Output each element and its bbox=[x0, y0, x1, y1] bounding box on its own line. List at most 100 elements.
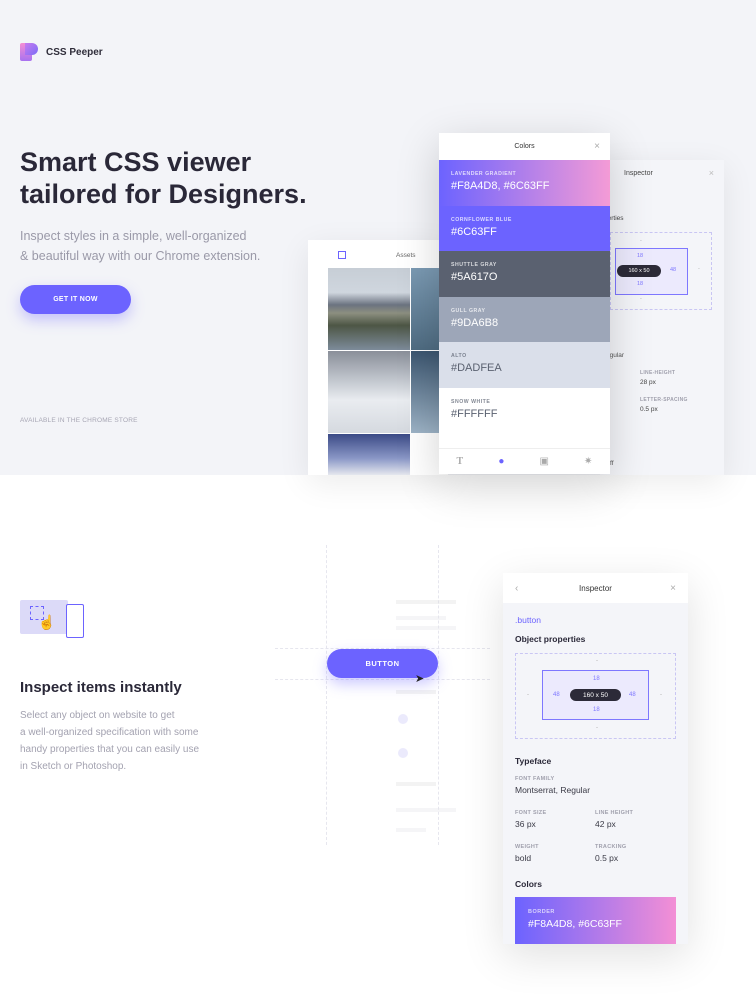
color-swatch-name: GULL GRAY bbox=[451, 307, 486, 314]
object-properties-heading: Object properties bbox=[515, 634, 586, 644]
size-pill: 160 x 50 bbox=[570, 689, 621, 701]
colors-tab-bar: T ● ▣ ✷ bbox=[439, 448, 610, 474]
get-it-now-button[interactable]: GET IT NOW bbox=[20, 285, 131, 314]
padding-right: 48 bbox=[670, 267, 677, 273]
guide-line bbox=[326, 545, 327, 845]
color-swatch-value: #9DA6B8 bbox=[451, 316, 499, 329]
line-height-field: LINE HEIGHT 42 px bbox=[595, 810, 633, 829]
color-swatch[interactable]: GULL GRAY #9DA6B8 bbox=[439, 296, 610, 342]
font-family-label: FONT FAMILY bbox=[515, 776, 555, 782]
close-icon[interactable]: × bbox=[594, 141, 600, 152]
margin-top: - bbox=[596, 658, 598, 664]
font-size-label: FONT SIZE bbox=[515, 810, 547, 816]
inspector-panel-background: Inspector × perties 160 x 50 18 18 48 - … bbox=[600, 160, 724, 475]
chevron-left-icon[interactable]: ‹ bbox=[515, 583, 518, 594]
inspector-title: Inspector bbox=[624, 170, 653, 177]
colors-header: Colors × bbox=[439, 133, 610, 160]
brand-name: CSS Peeper bbox=[46, 46, 103, 58]
padding-right: 48 bbox=[629, 692, 636, 698]
inspector-panel: ‹ Inspector × .button Object properties … bbox=[503, 573, 688, 944]
feature-title: Inspect items instantly bbox=[20, 679, 182, 696]
cursor-icon: ➤ bbox=[415, 673, 425, 685]
feature-desc-line2: a well-organized specification with some bbox=[20, 727, 199, 738]
letter-spacing-field: LETTER-SPACING 0.5 px bbox=[640, 397, 688, 413]
color-swatch-list: LAVENDER GRADIENT #F8A4D8, #6C63FF CORNFLO… bbox=[439, 160, 610, 433]
asset-thumbnail-people[interactable] bbox=[328, 434, 410, 475]
padding-top: 18 bbox=[593, 676, 600, 682]
color-swatch[interactable]: LAVENDER GRADIENT #F8A4D8, #6C63FF bbox=[439, 160, 610, 206]
hero-title: Smart CSS viewer tailored for Designers. bbox=[20, 146, 340, 210]
line-height-label: LINE-HEIGHT bbox=[640, 370, 676, 376]
feature-desc-line1: Select any object on website to get bbox=[20, 710, 175, 721]
border-color-swatch[interactable]: BORDER #F8A4D8, #6C63FF bbox=[515, 897, 676, 944]
bottom-fragment: ff bbox=[610, 460, 614, 467]
color-swatch-name: CORNFLOWER BLUE bbox=[451, 216, 512, 223]
close-icon[interactable]: × bbox=[709, 168, 714, 178]
margin-top: - bbox=[640, 238, 642, 244]
letter-spacing-value: 0.5 px bbox=[640, 406, 658, 413]
pointer-hand-icon: ☝ bbox=[38, 614, 56, 630]
margin-left: - bbox=[527, 692, 529, 698]
tracking-value[interactable]: 0.5 px bbox=[595, 853, 626, 863]
line-height-label: LINE HEIGHT bbox=[595, 810, 634, 816]
color-swatch-name: LAVENDER GRADIENT bbox=[451, 171, 517, 177]
text-icon[interactable]: T bbox=[457, 456, 464, 467]
tracking-field: TRACKING 0.5 px bbox=[595, 844, 626, 863]
line-height-value: 28 px bbox=[640, 379, 656, 386]
font-size-value[interactable]: 36 px bbox=[515, 819, 546, 829]
inspector-title: Inspector bbox=[579, 583, 612, 593]
padding-bottom: 18 bbox=[593, 707, 600, 713]
assets-header: Assets bbox=[308, 240, 448, 270]
weight-value[interactable]: bold bbox=[515, 853, 539, 863]
margin-right: - bbox=[660, 692, 662, 698]
padding-bottom: 18 bbox=[637, 281, 644, 287]
color-swatch-value: #5A617O bbox=[451, 271, 498, 283]
typeface-heading: Typeface bbox=[515, 756, 552, 766]
color-swatch-value: #FFFFFF bbox=[451, 407, 498, 420]
inspector-header: ‹ Inspector × bbox=[503, 573, 688, 603]
margin-bottom: - bbox=[640, 296, 642, 302]
margin-bottom: - bbox=[596, 725, 598, 731]
logo-icon bbox=[20, 43, 38, 61]
color-swatch[interactable]: CORNFLOWER BLUE #6C63FF bbox=[439, 205, 610, 251]
color-swatch[interactable]: SHUTTLE GRAY #5A617O bbox=[439, 251, 610, 297]
feature-desc-line4: in Sketch or Photoshop. bbox=[20, 761, 127, 772]
hero-title-line2: tailored for Designers. bbox=[20, 179, 307, 209]
line-height-field: LINE-HEIGHT 28 px bbox=[640, 370, 675, 386]
close-icon[interactable]: × bbox=[670, 583, 676, 594]
faded-inspector-background bbox=[390, 590, 490, 890]
assets-title: Assets bbox=[396, 251, 416, 259]
chrome-store-note[interactable]: AVAILABLE IN THE CHROME STORE bbox=[20, 417, 138, 424]
color-swatch-name: ALTO bbox=[451, 353, 467, 359]
hero-subtitle-line2: & beautiful way with our Chrome extensio… bbox=[20, 249, 261, 263]
hero-title-line1: Smart CSS viewer bbox=[20, 147, 252, 177]
feature-desc-line3: handy properties that you can easily use bbox=[20, 744, 199, 755]
weight-label: WEIGHT bbox=[515, 844, 539, 850]
font-family-field: FONT FAMILY Montserrat, Regular bbox=[515, 776, 590, 795]
border-label: BORDER bbox=[528, 909, 555, 915]
line-height-value[interactable]: 42 px bbox=[595, 819, 633, 829]
asset-thumbnail-snow[interactable] bbox=[328, 351, 410, 433]
color-swatch-value: #DADFEA bbox=[451, 362, 502, 374]
padding-left: 48 bbox=[553, 692, 560, 698]
gear-icon[interactable]: ✷ bbox=[584, 456, 592, 467]
color-swatch[interactable]: ALTO #DADFEA bbox=[439, 342, 610, 388]
color-swatch-name: SNOW WHITE bbox=[451, 398, 491, 405]
hero-subtitle: Inspect styles in a simple, well-organiz… bbox=[20, 226, 300, 266]
brand-logo[interactable]: CSS Peeper bbox=[20, 43, 103, 61]
image-icon bbox=[338, 251, 346, 259]
color-swatch-name: SHUTTLE GRAY bbox=[451, 262, 497, 268]
colors-heading: Colors bbox=[515, 879, 542, 889]
color-drop-icon[interactable]: ● bbox=[498, 456, 504, 467]
font-family-value[interactable]: Montserrat, Regular bbox=[515, 785, 590, 795]
colors-panel: Colors × LAVENDER GRADIENT #F8A4D8, #6C63… bbox=[439, 133, 610, 474]
color-swatch[interactable]: SNOW WHITE #FFFFFF bbox=[439, 387, 610, 433]
inspect-illustration: ☝ bbox=[20, 598, 86, 640]
font-size-field: FONT SIZE 36 px bbox=[515, 810, 546, 829]
weight-field: WEIGHT bold bbox=[515, 844, 539, 863]
padding-top: 18 bbox=[637, 253, 644, 259]
camera-icon[interactable]: ▣ bbox=[539, 456, 548, 467]
color-swatch-value: #6C63FF bbox=[451, 225, 497, 238]
asset-thumbnail-lake[interactable] bbox=[328, 268, 410, 350]
hero-subtitle-line1: Inspect styles in a simple, well-organiz… bbox=[20, 229, 247, 243]
